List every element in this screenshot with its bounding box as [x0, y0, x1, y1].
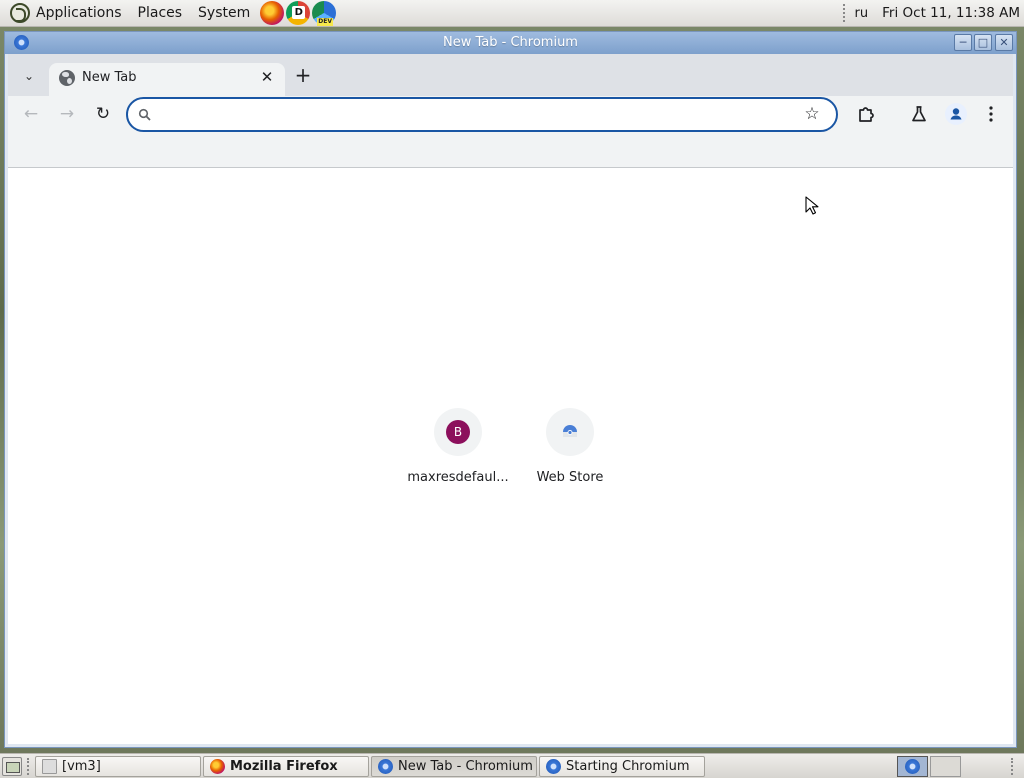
window-title: New Tab - Chromium [443, 35, 578, 50]
chrome-dev-launcher-icon[interactable] [312, 1, 337, 26]
chromium-window: New Tab - Chromium ─ □ ✕ ⌄ New Tab ✕ + ←… [4, 31, 1017, 748]
clock[interactable]: Fri Oct 11, 11:38 AM [882, 5, 1020, 21]
search-icon [138, 108, 151, 121]
taskbar-item-label: Starting Chromium [566, 759, 690, 774]
shortcut-icon-background [546, 408, 594, 456]
maximize-button[interactable]: □ [974, 34, 992, 51]
places-menu-label: Places [137, 5, 183, 21]
bookmark-star-icon[interactable]: ☆ [802, 104, 822, 124]
reload-icon[interactable]: ↻ [91, 102, 115, 126]
workspace-switcher-1[interactable] [897, 756, 928, 777]
profile-avatar-icon[interactable] [944, 102, 968, 126]
chromium-icon [546, 759, 561, 774]
taskbar-item-label: [vm3] [62, 759, 101, 774]
taskbar-item-starting-chromium[interactable]: Starting Chromium [539, 756, 705, 777]
bookmarks-bar [8, 132, 1013, 168]
more-menu-icon[interactable] [979, 102, 1003, 126]
system-menu[interactable]: System [190, 0, 258, 27]
workspace-switcher-2[interactable] [930, 756, 961, 777]
chromium-icon [378, 759, 393, 774]
mouse-cursor-icon [805, 196, 819, 215]
taskbar-item-firefox[interactable]: Mozilla Firefox [203, 756, 369, 777]
shortcut-icon-background: B [434, 408, 482, 456]
address-bar[interactable]: ☆ [126, 97, 838, 132]
bottom-taskbar: [vm3] Mozilla Firefox New Tab - Chromium… [0, 753, 1024, 778]
back-arrow-icon[interactable]: ← [19, 102, 43, 126]
omnibox-input[interactable] [160, 103, 790, 126]
taskbar-item-vm3[interactable]: [vm3] [35, 756, 201, 777]
browser-toolbar: ← → ↻ ☆ [8, 96, 1013, 132]
letter-b-icon: B [446, 420, 470, 444]
system-menu-label: System [198, 5, 251, 21]
taskbar-separator [1011, 758, 1013, 775]
applications-menu[interactable]: Applications [0, 0, 130, 27]
tab-search-chevron-down-icon[interactable]: ⌄ [18, 65, 40, 87]
chromium-icon [905, 759, 920, 774]
places-menu[interactable]: Places [130, 0, 191, 27]
tab-close-icon[interactable]: ✕ [257, 67, 277, 87]
browser-frame: ⌄ New Tab ✕ + ← → ↻ ☆ B maxresdefaul... … [8, 54, 1013, 744]
globe-icon [59, 70, 75, 86]
panel-tray: ru Fri Oct 11, 11:38 AM [842, 4, 1024, 22]
labs-flask-icon[interactable] [907, 102, 931, 126]
firefox-launcher-icon[interactable] [260, 1, 285, 25]
minimize-button[interactable]: ─ [954, 34, 972, 51]
taskbar-item-label: Mozilla Firefox [230, 759, 338, 774]
extensions-puzzle-icon[interactable] [854, 102, 878, 126]
new-tab-page: B maxresdefaul... Web Store [8, 168, 1013, 744]
applications-menu-label: Applications [36, 5, 122, 21]
taskbar-item-chromium[interactable]: New Tab - Chromium [371, 756, 537, 777]
distro-logo-icon [10, 3, 30, 23]
folder-icon [42, 759, 57, 774]
chrome-launcher-icon[interactable] [286, 1, 311, 25]
taskbar-separator [27, 758, 29, 775]
window-titlebar[interactable]: New Tab - Chromium ─ □ ✕ [5, 32, 1016, 54]
tray-separator [842, 4, 847, 22]
tab-new-tab[interactable]: New Tab ✕ [49, 63, 285, 96]
taskbar-item-label: New Tab - Chromium [398, 759, 533, 774]
new-tab-plus-icon[interactable]: + [291, 64, 315, 88]
shortcut-label: maxresdefaul... [407, 470, 509, 485]
firefox-icon [210, 759, 225, 774]
show-desktop-icon[interactable] [2, 757, 22, 776]
tab-title: New Tab [82, 70, 137, 85]
keyboard-layout-indicator[interactable]: ru [855, 6, 869, 21]
top-panel: Applications Places System ru Fri Oct 11… [0, 0, 1024, 27]
web-store-icon [563, 425, 577, 437]
forward-arrow-icon[interactable]: → [55, 102, 79, 126]
shortcut-tile-maxresdefault[interactable]: B maxresdefaul... [402, 408, 514, 485]
close-window-button[interactable]: ✕ [995, 34, 1013, 51]
tab-strip: ⌄ New Tab ✕ + [8, 54, 1013, 96]
shortcut-label: Web Store [536, 470, 604, 485]
shortcut-tile-web-store[interactable]: Web Store [514, 408, 626, 485]
